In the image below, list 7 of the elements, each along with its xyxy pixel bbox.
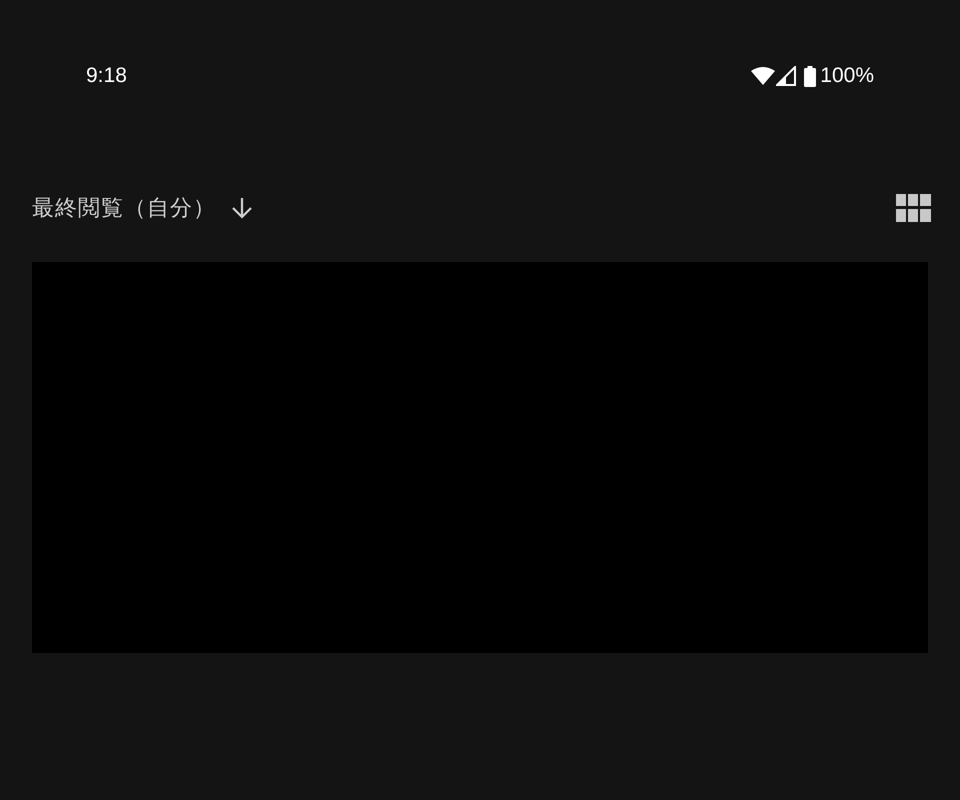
battery-icon	[804, 66, 816, 86]
grid-view-button[interactable]	[896, 194, 931, 222]
grid-view-icon	[896, 194, 931, 222]
battery-percentage: 100%	[820, 63, 874, 90]
clock-time: 9:18	[86, 63, 127, 90]
signal-icon	[776, 66, 796, 86]
sort-button[interactable]: 最終閲覧（自分）	[32, 192, 254, 224]
